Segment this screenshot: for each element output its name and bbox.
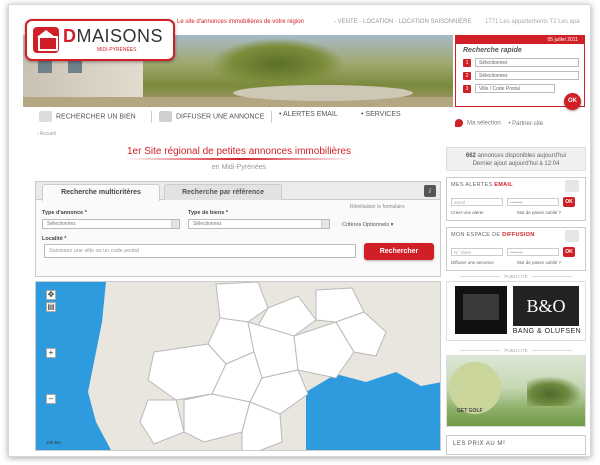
site-logo[interactable]: DMAISONS MIDI-PYRÉNÉES — [25, 19, 175, 61]
breadcrumb[interactable]: › Accueil — [37, 131, 56, 137]
tab-reference[interactable]: Recherche par référence — [164, 184, 282, 200]
alert-email-input[interactable]: email — [451, 198, 503, 206]
golf-ad[interactable]: GET GOLF — [446, 355, 586, 427]
search-button[interactable]: Rechercher — [364, 243, 434, 260]
zoom-out-button[interactable]: – — [46, 394, 56, 404]
tv-image — [455, 286, 507, 334]
client-password-input[interactable]: •••••••• — [507, 248, 559, 256]
locality-label: Localité * — [42, 236, 67, 242]
quick-search-city-input[interactable]: Ville / Code Postal — [475, 84, 555, 93]
site-tagline: Le site d'annonces immobilières de votre… — [177, 19, 304, 25]
type-biens-label: Type de biens * — [188, 210, 228, 216]
client-id-input[interactable]: N° client — [451, 248, 503, 256]
page-subheadline: en Midi-Pyrénées — [211, 164, 267, 171]
browser-screenshot: Le site d'annonces immobilières de votre… — [8, 4, 591, 457]
email-alerts-box: MES ALERTES EMAIL email •••••••• OK Crée… — [446, 177, 586, 221]
quick-search-title: Recherche rapide — [463, 47, 522, 54]
type-biens-select[interactable]: Sélectionnez — [188, 219, 330, 229]
quick-search-ok-button[interactable]: OK — [564, 93, 581, 110]
quick-search-row: 2 Sélectionnez — [463, 71, 581, 80]
nav-email-alerts[interactable]: • ALERTES EMAIL — [279, 111, 338, 118]
pin-icon — [455, 119, 463, 127]
diffusion-ok-button[interactable]: OK — [563, 247, 575, 257]
map-pan-icon[interactable]: ✥ — [46, 290, 56, 300]
golf-ad-name: GET GOLF — [457, 408, 483, 414]
page-headline: 1er Site régional de petites annonces im… — [119, 146, 359, 160]
region-map[interactable]: ✥ ▤ + – 100 km — [35, 281, 441, 451]
partner-link[interactable]: • Partner-site — [508, 121, 543, 127]
ad-label: PUBLICITÉ — [446, 348, 586, 353]
map-layers-icon[interactable]: ▤ — [46, 302, 56, 312]
optional-criteria-toggle[interactable]: Critères Optionnels ▾ — [342, 222, 393, 228]
search-house-icon — [39, 111, 52, 122]
house-icon — [33, 27, 59, 53]
golf-logo — [449, 362, 501, 414]
alert-forgot-password-link[interactable]: Mot de passe oublié ? — [517, 210, 561, 215]
envelope-icon — [565, 180, 579, 192]
top-right-text[interactable]: 1771 Les appartements T2 Les apa — [485, 19, 580, 25]
alerts-title: MES ALERTES EMAIL — [451, 182, 513, 188]
post-ad-icon — [159, 111, 172, 122]
price-per-m2-title: LES PRIX AU M² — [453, 441, 506, 447]
type-annonce-label: Type d'annonce * — [42, 210, 87, 216]
nav-post-ad[interactable]: DIFFUSER UNE ANNONCE — [159, 111, 264, 122]
alert-password-input[interactable]: •••••••• — [507, 198, 559, 206]
quick-search-row: 1 Sélectionnez — [463, 58, 581, 67]
pencil-icon — [565, 230, 579, 242]
search-tabs: Recherche multicritères Recherche par ré… — [36, 182, 440, 201]
quick-search-row: 3 Ville / Code Postal — [463, 84, 581, 93]
zoom-in-button[interactable]: + — [46, 348, 56, 358]
info-icon[interactable]: i — [424, 185, 436, 197]
nav-search-property[interactable]: RECHERCHER UN BIEN — [39, 111, 136, 122]
ad-label: PUBLICITÉ — [446, 274, 586, 279]
diffusion-forgot-password-link[interactable]: Mot de passe oublié ? — [517, 260, 561, 265]
bo-brand-name: BANG & OLUFSEN — [512, 328, 582, 335]
logo-region: MIDI-PYRÉNÉES — [97, 47, 137, 53]
bang-olufsen-ad[interactable]: B&O BANG & OLUFSEN — [446, 281, 586, 341]
create-alert-link[interactable]: Créer une alerte — [451, 210, 484, 215]
current-date: 05 juillet 2011 — [456, 36, 584, 44]
diffusion-title: MON ESPACE DE DIFFUSION — [451, 232, 535, 238]
locality-input[interactable]: Saisissez une ville ou un code postal — [44, 244, 356, 258]
search-panel: Recherche multicritères Recherche par ré… — [35, 181, 441, 277]
quick-search-select-2[interactable]: Sélectionnez — [475, 71, 579, 80]
diffusion-box: MON ESPACE DE DIFFUSION N° client ••••••… — [446, 227, 586, 271]
top-nav-links[interactable]: - VENTE - LOCATION - LOCATION SAISONNIÈR… — [334, 19, 471, 25]
my-selection[interactable]: Ma sélection • Partner-site — [455, 119, 543, 127]
post-ad-link[interactable]: Diffuser une annonce — [451, 260, 494, 265]
map-scale: 100 km — [46, 440, 61, 445]
tab-multicriteria[interactable]: Recherche multicritères — [42, 184, 160, 201]
bo-logo: B&O — [513, 286, 579, 326]
price-per-m2-box[interactable]: LES PRIX AU M² — [446, 435, 586, 455]
alert-ok-button[interactable]: OK — [563, 197, 575, 207]
nav-services[interactable]: • SERVICES — [361, 111, 401, 118]
main-nav: RECHERCHER UN BIEN DIFFUSER UNE ANNONCE … — [39, 109, 439, 125]
quick-search-select-1[interactable]: Sélectionnez — [475, 58, 579, 67]
type-annonce-select[interactable]: Sélectionnez — [42, 219, 180, 229]
reset-form-link[interactable]: Réinitialiser le formulaire — [350, 204, 405, 210]
quick-search-box: 05 juillet 2011 Recherche rapide 1 Sélec… — [455, 35, 585, 110]
listing-stats: 662 annonces disponibles aujourd'hui Der… — [446, 147, 586, 171]
